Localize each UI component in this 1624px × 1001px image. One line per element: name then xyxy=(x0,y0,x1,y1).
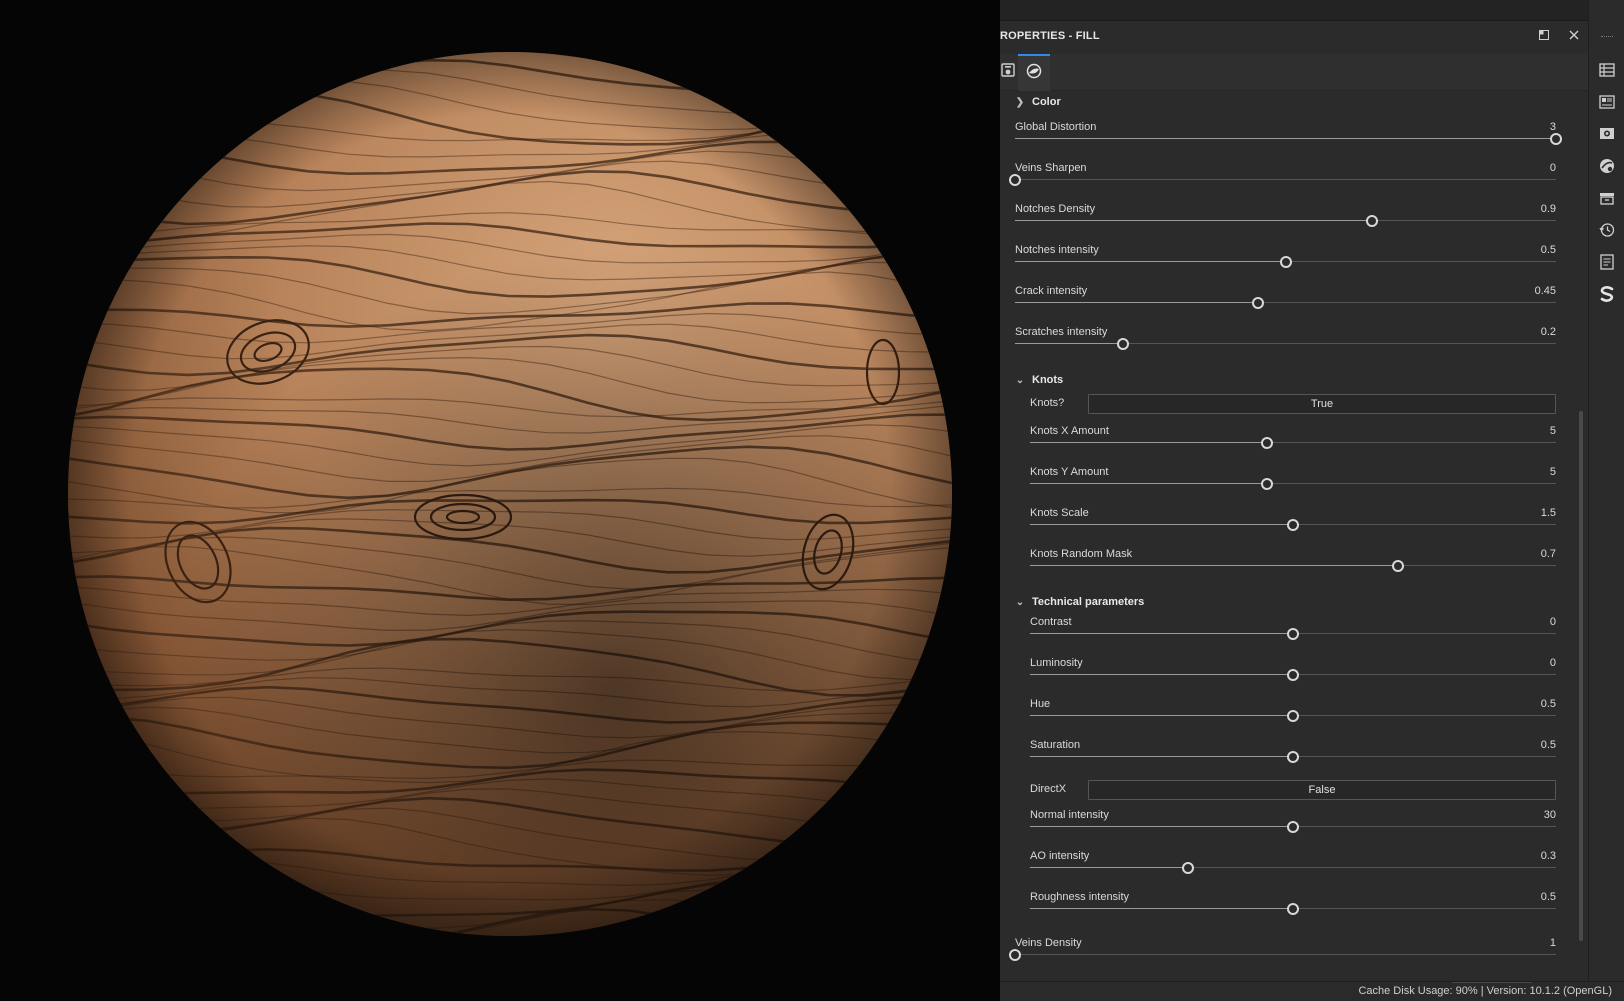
panel-tab-bar xyxy=(1000,54,1588,91)
section-color-label: Color xyxy=(1032,96,1061,108)
slider-thumb[interactable] xyxy=(1287,751,1299,763)
param-knots-y-amount: Knots Y Amount 5 xyxy=(1030,466,1556,506)
slider-track[interactable] xyxy=(1030,628,1556,640)
slider-track[interactable] xyxy=(1009,949,1556,961)
slider-thumb[interactable] xyxy=(1009,949,1021,961)
slider-track[interactable] xyxy=(1030,751,1556,763)
param-knots-toggle: Knots? True xyxy=(1030,394,1556,414)
slider-thumb[interactable] xyxy=(1252,297,1265,309)
slider-thumb[interactable] xyxy=(1117,338,1130,350)
slider-thumb[interactable] xyxy=(1287,710,1299,722)
right-toolbar xyxy=(1588,0,1624,1000)
section-color[interactable]: ❯ Color xyxy=(1014,93,1061,111)
scrollbar-thumb[interactable] xyxy=(1579,411,1583,941)
chevron-down-icon: ⌄ xyxy=(1015,374,1025,386)
slider-track[interactable] xyxy=(1030,903,1556,915)
section-technical-parameters[interactable]: ⌄ Technical parameters xyxy=(1014,593,1145,611)
param-veins-density: Veins Density 1 xyxy=(1009,937,1556,977)
param-knots-scale: Knots Scale 1.5 xyxy=(1030,507,1556,547)
close-panel-icon[interactable] xyxy=(1566,29,1582,45)
display-settings-icon[interactable] xyxy=(1597,124,1617,144)
param-scratches-intensity: Scratches intensity 0.2 xyxy=(1015,326,1556,366)
section-technical-label: Technical parameters xyxy=(1032,596,1145,608)
float-panel-icon[interactable] xyxy=(1536,29,1552,45)
shader-settings-icon[interactable] xyxy=(1597,156,1617,176)
param-luminosity: Luminosity 0 xyxy=(1030,657,1556,697)
properties-panel: ROPERTIES - FILL ❯ Color Global Distorti… xyxy=(1000,0,1588,1000)
param-saturation: Saturation 0.5 xyxy=(1030,739,1556,779)
chevron-down-icon: ⌄ xyxy=(1015,596,1025,608)
slider-thumb[interactable] xyxy=(1260,437,1273,449)
material-sphere-tab-icon xyxy=(1026,63,1042,84)
slider-thumb[interactable] xyxy=(1392,560,1405,572)
slider-track[interactable] xyxy=(1030,669,1556,681)
slider-thumb[interactable] xyxy=(1287,669,1299,681)
param-contrast: Contrast 0 xyxy=(1030,616,1556,656)
slider-track[interactable] xyxy=(1009,174,1556,186)
slider-thumb[interactable] xyxy=(1287,519,1299,531)
section-knots[interactable]: ⌄ Knots xyxy=(1014,371,1063,389)
param-notches-intensity: Notches intensity 0.5 xyxy=(1015,244,1556,284)
slider-track[interactable] xyxy=(1030,862,1556,874)
texture-set-list-icon[interactable] xyxy=(1597,92,1617,112)
substance-logo-icon[interactable] xyxy=(1597,284,1617,304)
knots-toggle-button[interactable]: True xyxy=(1088,394,1556,414)
properties-scrollbar[interactable] xyxy=(1578,91,1584,981)
slider-thumb[interactable] xyxy=(1009,174,1021,186)
chevron-right-icon: ❯ xyxy=(1015,96,1025,108)
history-icon[interactable] xyxy=(1597,220,1617,240)
slider-thumb[interactable] xyxy=(1287,821,1299,833)
section-knots-label: Knots xyxy=(1032,374,1064,386)
slider-track[interactable] xyxy=(1030,821,1556,833)
param-global-distortion: Global Distortion 3 xyxy=(1015,121,1562,161)
log-icon[interactable] xyxy=(1597,252,1617,272)
slider-track[interactable] xyxy=(1030,710,1556,722)
directx-toggle-button[interactable]: False xyxy=(1088,780,1556,800)
status-bar: Cache Disk Usage: 90% | Version: 10.1.2 … xyxy=(1000,981,1624,1001)
wood-material-preview-sphere xyxy=(68,52,952,936)
slider-track[interactable] xyxy=(1015,133,1562,145)
param-hue: Hue 0.5 xyxy=(1030,698,1556,738)
3d-viewport[interactable] xyxy=(0,0,1000,1000)
param-roughness-intensity: Roughness intensity 0.5 xyxy=(1030,891,1556,931)
slider-thumb[interactable] xyxy=(1181,862,1194,874)
status-text: Cache Disk Usage: 90% | Version: 10.1.2 … xyxy=(1358,985,1612,997)
slider-thumb[interactable] xyxy=(1279,256,1292,268)
param-ao-intensity: AO intensity 0.3 xyxy=(1030,850,1556,890)
param-crack-intensity: Crack intensity 0.45 xyxy=(1015,285,1556,325)
texture-tab-icon xyxy=(1000,62,1016,83)
slider-track[interactable] xyxy=(1030,437,1556,449)
tab-material[interactable] xyxy=(1018,54,1050,91)
slider-thumb[interactable] xyxy=(1550,133,1562,145)
param-notches-density: Notches Density 0.9 xyxy=(1015,203,1556,243)
panel-title: ROPERTIES - FILL xyxy=(1000,30,1100,42)
slider-track[interactable] xyxy=(1015,256,1556,268)
panel-header: ROPERTIES - FILL xyxy=(1000,21,1588,53)
toolbar-grip[interactable] xyxy=(1601,36,1613,39)
bake-icon[interactable] xyxy=(1597,188,1617,208)
param-knots-random-mask: Knots Random Mask 0.7 xyxy=(1030,548,1556,588)
slider-track[interactable] xyxy=(1015,215,1556,227)
slider-thumb[interactable] xyxy=(1287,628,1299,640)
properties-content: ❯ Color Global Distortion 3 Veins Sharpe… xyxy=(1000,91,1578,981)
slider-thumb[interactable] xyxy=(1260,478,1273,490)
param-normal-intensity: Normal intensity 30 xyxy=(1030,809,1556,849)
slider-track[interactable] xyxy=(1030,478,1556,490)
param-veins-sharpen: Veins Sharpen 0 xyxy=(1009,162,1556,202)
slider-track[interactable] xyxy=(1015,338,1556,350)
param-directx: DirectX False xyxy=(1030,780,1556,800)
slider-thumb[interactable] xyxy=(1287,903,1299,915)
param-knots-x-amount: Knots X Amount 5 xyxy=(1030,425,1556,465)
slider-track[interactable] xyxy=(1030,519,1556,531)
layers-icon[interactable] xyxy=(1597,60,1617,80)
slider-thumb[interactable] xyxy=(1366,215,1379,227)
panel-drag-strip[interactable] xyxy=(1000,0,1588,21)
slider-track[interactable] xyxy=(1015,297,1556,309)
slider-track[interactable] xyxy=(1030,560,1556,572)
